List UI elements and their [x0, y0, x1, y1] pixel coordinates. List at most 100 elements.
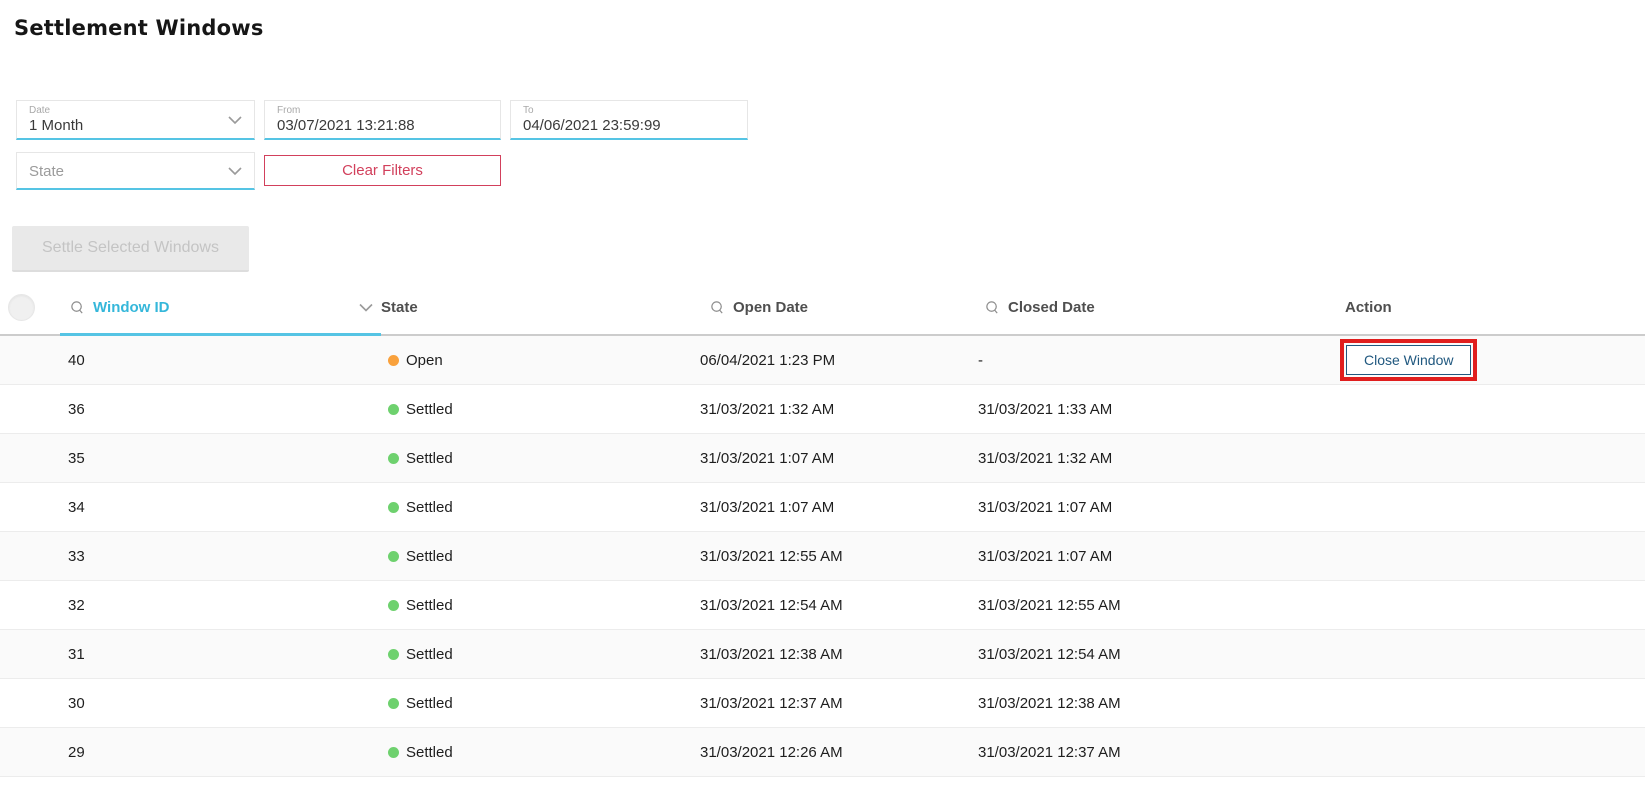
table-body: 40 Open 06/04/2021 1:23 PM - Close Windo… [0, 336, 1645, 777]
action-cell: Close Window [1340, 339, 1645, 381]
open-date-cell: 31/03/2021 12:54 AM [700, 597, 978, 614]
to-date-label: To [523, 105, 717, 116]
state-cell: Settled [381, 597, 700, 614]
state-cell: Settled [381, 548, 700, 565]
column-label: Open Date [733, 299, 808, 316]
closed-date-cell: 31/03/2021 1:32 AM [978, 450, 1340, 467]
to-date-field: To [510, 100, 748, 140]
table-row[interactable]: 31 Settled 31/03/2021 12:38 AM 31/03/202… [0, 630, 1645, 679]
column-label: Action [1345, 299, 1392, 316]
closed-date-cell: 31/03/2021 12:54 AM [978, 646, 1340, 663]
window-id-cell: 36 [60, 401, 381, 418]
status-label: Settled [406, 744, 453, 761]
state-cell: Settled [381, 744, 700, 761]
select-all-checkbox[interactable] [8, 294, 35, 321]
status-dot [388, 453, 399, 464]
closed-date-cell: 31/03/2021 12:38 AM [978, 695, 1340, 712]
window-id-cell: 29 [60, 744, 381, 761]
column-header-state[interactable]: State [381, 280, 700, 334]
window-id-cell: 32 [60, 597, 381, 614]
status-label: Settled [406, 548, 453, 565]
closed-date-cell: 31/03/2021 1:07 AM [978, 499, 1340, 516]
highlight-annotation: Close Window [1340, 339, 1477, 381]
open-date-cell: 31/03/2021 1:32 AM [700, 401, 978, 418]
status-dot [388, 698, 399, 709]
column-header-action: Action [1340, 280, 1645, 334]
status-label: Settled [406, 450, 453, 467]
table-row[interactable]: 29 Settled 31/03/2021 12:26 AM 31/03/202… [0, 728, 1645, 777]
table-row[interactable]: 34 Settled 31/03/2021 1:07 AM 31/03/2021… [0, 483, 1645, 532]
from-date-label: From [277, 105, 470, 116]
search-icon[interactable] [70, 300, 85, 315]
window-id-cell: 30 [60, 695, 381, 712]
select-all-cell [0, 280, 60, 334]
window-id-cell: 35 [60, 450, 381, 467]
closed-date-cell: 31/03/2021 12:37 AM [978, 744, 1340, 761]
status-label: Settled [406, 695, 453, 712]
status-label: Settled [406, 499, 453, 516]
column-label: Closed Date [1008, 299, 1095, 316]
closed-date-cell: 31/03/2021 1:33 AM [978, 401, 1340, 418]
status-dot [388, 747, 399, 758]
table-row[interactable]: 40 Open 06/04/2021 1:23 PM - Close Windo… [0, 336, 1645, 385]
column-label: Window ID [93, 299, 170, 316]
column-header-open-date[interactable]: Open Date [700, 280, 978, 334]
from-date-field: From [264, 100, 501, 140]
window-id-cell: 34 [60, 499, 381, 516]
closed-date-cell: 31/03/2021 1:07 AM [978, 548, 1340, 565]
chevron-down-icon [359, 303, 373, 312]
column-label: State [381, 299, 418, 316]
table-row[interactable]: 35 Settled 31/03/2021 1:07 AM 31/03/2021… [0, 434, 1645, 483]
column-header-window-id[interactable]: Window ID [60, 280, 381, 334]
status-dot [388, 600, 399, 611]
table-header: Window ID State Open Date Closed Date Ac… [0, 280, 1645, 336]
to-date-input[interactable] [523, 116, 717, 135]
state-select-placeholder: State [29, 162, 224, 181]
search-icon[interactable] [985, 300, 1000, 315]
open-date-cell: 31/03/2021 12:38 AM [700, 646, 978, 663]
open-date-cell: 31/03/2021 12:26 AM [700, 744, 978, 761]
status-dot [388, 404, 399, 415]
state-cell: Settled [381, 499, 700, 516]
open-date-cell: 06/04/2021 1:23 PM [700, 352, 978, 369]
table-row[interactable]: 33 Settled 31/03/2021 12:55 AM 31/03/202… [0, 532, 1645, 581]
from-date-input[interactable] [277, 116, 470, 135]
status-dot [388, 649, 399, 660]
status-label: Settled [406, 597, 453, 614]
status-label: Open [406, 352, 443, 369]
close-window-button[interactable]: Close Window [1346, 345, 1471, 375]
date-range-label: Date [29, 105, 224, 116]
closed-date-cell: - [978, 352, 1340, 369]
state-cell: Settled [381, 450, 700, 467]
table-row[interactable]: 30 Settled 31/03/2021 12:37 AM 31/03/202… [0, 679, 1645, 728]
column-header-closed-date[interactable]: Closed Date [978, 280, 1340, 334]
status-label: Settled [406, 646, 453, 663]
open-date-cell: 31/03/2021 1:07 AM [700, 450, 978, 467]
status-dot [388, 551, 399, 562]
status-label: Settled [406, 401, 453, 418]
status-dot [388, 502, 399, 513]
state-cell: Settled [381, 646, 700, 663]
state-cell: Settled [381, 401, 700, 418]
open-date-cell: 31/03/2021 1:07 AM [700, 499, 978, 516]
date-range-select[interactable]: Date 1 Month [16, 100, 255, 140]
state-cell: Settled [381, 695, 700, 712]
clear-filters-button[interactable]: Clear Filters [264, 155, 501, 186]
window-id-cell: 33 [60, 548, 381, 565]
date-range-value: 1 Month [29, 116, 224, 135]
settle-selected-windows-button[interactable]: Settle Selected Windows [12, 226, 249, 272]
open-date-cell: 31/03/2021 12:37 AM [700, 695, 978, 712]
page-title: Settlement Windows [14, 16, 264, 40]
table-row[interactable]: 36 Settled 31/03/2021 1:32 AM 31/03/2021… [0, 385, 1645, 434]
open-date-cell: 31/03/2021 12:55 AM [700, 548, 978, 565]
window-id-cell: 31 [60, 646, 381, 663]
chevron-down-icon [228, 166, 242, 175]
state-select[interactable]: State [16, 152, 255, 190]
chevron-down-icon [228, 115, 242, 124]
search-icon[interactable] [710, 300, 725, 315]
window-id-cell: 40 [60, 352, 381, 369]
closed-date-cell: 31/03/2021 12:55 AM [978, 597, 1340, 614]
status-dot [388, 355, 399, 366]
table-row[interactable]: 32 Settled 31/03/2021 12:54 AM 31/03/202… [0, 581, 1645, 630]
state-cell: Open [381, 352, 700, 369]
